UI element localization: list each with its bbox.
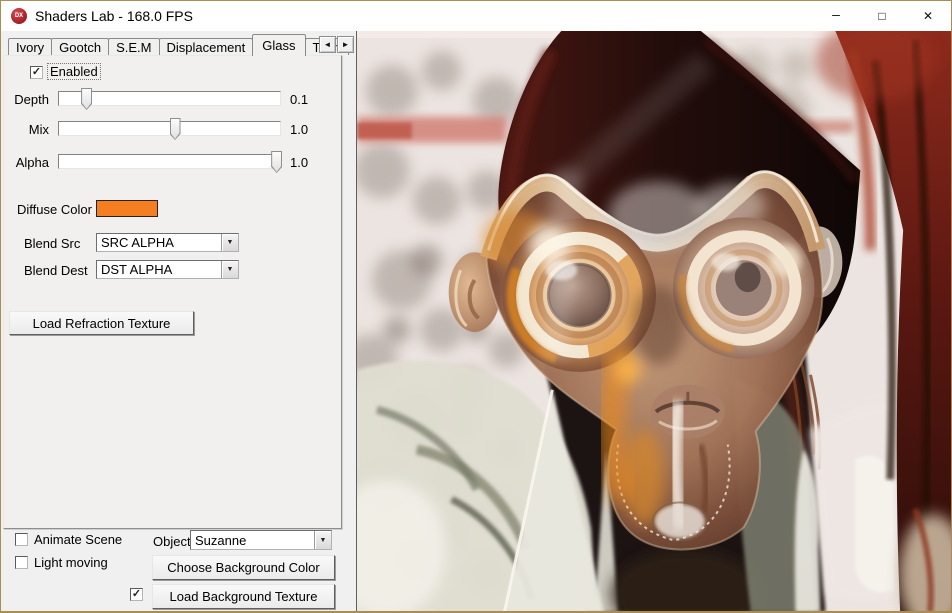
object-value: Suzanne <box>191 533 314 548</box>
animate-scene-label[interactable]: Animate Scene <box>34 532 122 547</box>
close-button[interactable]: ✕ <box>905 1 951 31</box>
blend-src-select[interactable]: SRC ALPHA ▼ <box>96 233 239 252</box>
light-moving-checkbox[interactable] <box>15 556 28 569</box>
tab-sem[interactable]: S.E.M <box>108 38 159 55</box>
app-window: DX Shaders Lab - 168.0 FPS – □ ✕ Ivory G… <box>0 0 952 613</box>
blend-dest-label: Blend Dest <box>24 263 88 278</box>
blend-src-value: SRC ALPHA <box>97 235 221 250</box>
diffuse-color-swatch[interactable] <box>96 200 158 217</box>
blend-src-label: Blend Src <box>24 236 80 251</box>
app-icon-text: DX <box>15 13 23 19</box>
maximize-button[interactable]: □ <box>859 1 905 31</box>
load-background-texture-label: Load Background Texture <box>170 589 318 604</box>
mix-value: 1.0 <box>290 122 308 137</box>
load-refraction-texture-label: Load Refraction Texture <box>33 316 171 331</box>
alpha-value: 1.0 <box>290 155 308 170</box>
render-viewport[interactable] <box>356 31 951 612</box>
alpha-slider[interactable] <box>58 154 281 169</box>
object-dropdown-button[interactable]: ▼ <box>314 531 331 549</box>
tab-ivory[interactable]: Ivory <box>8 38 52 55</box>
left-arrow-icon: ◄ <box>324 40 332 49</box>
depth-value: 0.1 <box>290 92 308 107</box>
maximize-icon: □ <box>878 9 885 23</box>
choose-background-color-button[interactable]: Choose Background Color <box>152 555 335 580</box>
blend-dest-dropdown-button[interactable]: ▼ <box>221 261 238 278</box>
object-select[interactable]: Suzanne ▼ <box>190 530 332 550</box>
chevron-down-icon: ▼ <box>320 537 327 544</box>
app-icon: DX <box>11 8 27 24</box>
load-background-texture-button[interactable]: Load Background Texture <box>152 584 335 609</box>
mix-label: Mix <box>9 122 49 137</box>
right-arrow-icon: ► <box>342 40 350 49</box>
tab-gootch[interactable]: Gootch <box>51 38 109 55</box>
tab-scroll-right-button[interactable]: ► <box>337 36 354 53</box>
load-bg-texture-checkbox[interactable]: ✓ <box>130 588 143 601</box>
light-moving-label[interactable]: Light moving <box>34 555 108 570</box>
tab-scroll-buttons: ◄ ► <box>318 36 354 53</box>
tab-glass[interactable]: Glass <box>252 34 305 56</box>
depth-slider[interactable] <box>58 91 281 106</box>
alpha-label: Alpha <box>9 155 49 170</box>
caption-buttons: – □ ✕ <box>813 1 951 31</box>
blend-dest-value: DST ALPHA <box>97 262 221 277</box>
title-bar: DX Shaders Lab - 168.0 FPS – □ ✕ <box>1 1 951 31</box>
depth-label: Depth <box>9 92 49 107</box>
tab-bar: Ivory Gootch S.E.M Displacement Glass To… <box>8 35 348 56</box>
animate-scene-checkbox[interactable] <box>15 533 28 546</box>
window-title: Shaders Lab - 168.0 FPS <box>35 8 193 24</box>
tab-displacement[interactable]: Displacement <box>159 38 254 55</box>
chevron-down-icon: ▼ <box>227 266 234 273</box>
minimize-button[interactable]: – <box>813 1 859 31</box>
choose-background-color-label: Choose Background Color <box>167 560 319 575</box>
glass-suzanne-render <box>357 31 951 612</box>
checkmark-icon: ✓ <box>32 67 41 77</box>
load-refraction-texture-button[interactable]: Load Refraction Texture <box>9 311 194 335</box>
minimize-icon: – <box>832 6 840 22</box>
tab-scroll-left-button[interactable]: ◄ <box>319 36 336 53</box>
blend-src-dropdown-button[interactable]: ▼ <box>221 234 238 251</box>
object-label: Object <box>153 534 191 549</box>
checkmark-icon: ✓ <box>132 589 141 599</box>
diffuse-color-label: Diffuse Color <box>17 202 92 217</box>
enabled-label[interactable]: Enabled <box>48 64 100 79</box>
close-icon: ✕ <box>923 9 933 23</box>
enabled-checkbox[interactable]: ✓ <box>30 66 43 79</box>
chevron-down-icon: ▼ <box>227 239 234 246</box>
blend-dest-select[interactable]: DST ALPHA ▼ <box>96 260 239 279</box>
shader-controls-panel: Ivory Gootch S.E.M Displacement Glass To… <box>1 31 356 613</box>
mix-slider[interactable] <box>58 121 281 136</box>
